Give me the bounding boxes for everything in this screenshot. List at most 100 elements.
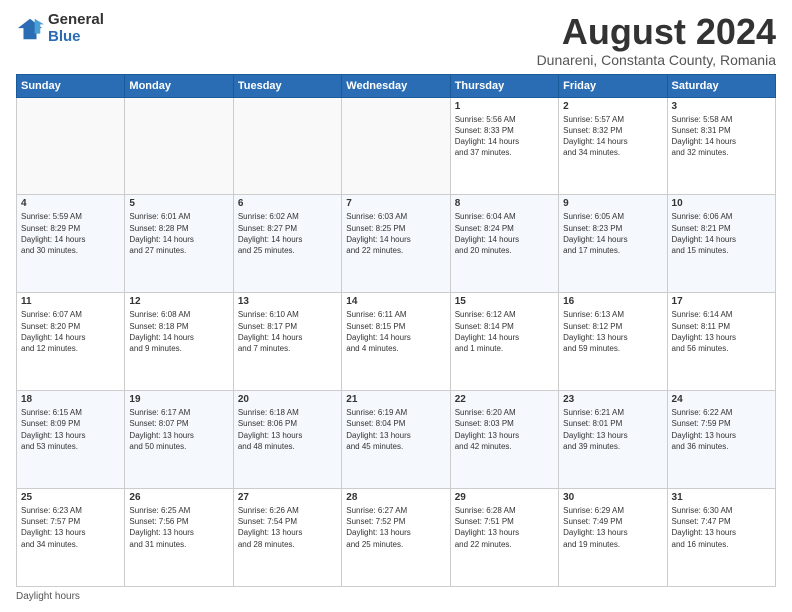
logo-text: General Blue (48, 12, 104, 45)
day-number: 9 (563, 198, 662, 209)
day-number: 28 (346, 492, 445, 503)
day-info: Sunrise: 6:27 AM Sunset: 7:52 PM Dayligh… (346, 505, 445, 550)
calendar-day-cell (233, 97, 341, 195)
day-info: Sunrise: 6:17 AM Sunset: 8:07 PM Dayligh… (129, 407, 228, 452)
calendar-day-cell: 28 Sunrise: 6:27 AM Sunset: 7:52 PM Dayli… (342, 489, 450, 587)
calendar-day-cell: 3Sunrise: 5:58 AM Sunset: 8:31 PM Daylig… (667, 97, 775, 195)
day-number: 8 (455, 198, 554, 209)
day-number: 6 (238, 198, 337, 209)
calendar-day-cell: 27Sunrise: 6:26 AM Sunset: 7:54 PM Dayli… (233, 489, 341, 587)
day-info: Sunrise: 6:28 AM Sunset: 7:51 PM Dayligh… (455, 505, 554, 550)
day-info: Sunrise: 5:59 AM Sunset: 8:29 PM Dayligh… (21, 211, 120, 256)
day-number: 13 (238, 296, 337, 307)
day-info: Sunrise: 6:18 AM Sunset: 8:06 PM Dayligh… (238, 407, 337, 452)
calendar-day-cell: 21Sunrise: 6:19 AM Sunset: 8:04 PM Dayli… (342, 391, 450, 489)
day-number: 16 (563, 296, 662, 307)
calendar-day-cell: 14Sunrise: 6:11 AM Sunset: 8:15 PM Dayli… (342, 293, 450, 391)
calendar-day-cell: 25 Sunrise: 6:23 AM Sunset: 7:57 PM Dayli… (17, 489, 125, 587)
day-number: 31 (672, 492, 771, 503)
day-number: 26 (129, 492, 228, 503)
calendar-day-cell: 17Sunrise: 6:14 AM Sunset: 8:11 PM Dayli… (667, 293, 775, 391)
day-number: 4 (21, 198, 120, 209)
day-number: 11 (21, 296, 120, 307)
calendar-day-cell: 11 Sunrise: 6:07 AM Sunset: 8:20 PM Dayli… (17, 293, 125, 391)
day-info: Sunrise: 6:06 AM Sunset: 8:21 PM Dayligh… (672, 211, 771, 256)
day-info: Sunrise: 6:05 AM Sunset: 8:23 PM Dayligh… (563, 211, 662, 256)
calendar-day-header: Friday (559, 74, 667, 97)
calendar-day-cell: 23 Sunrise: 6:21 AM Sunset: 8:01 PM Dayli… (559, 391, 667, 489)
calendar-day-cell (17, 97, 125, 195)
day-info: Sunrise: 6:01 AM Sunset: 8:28 PM Dayligh… (129, 211, 228, 256)
day-info: Sunrise: 6:20 AM Sunset: 8:03 PM Dayligh… (455, 407, 554, 452)
day-info: Sunrise: 6:04 AM Sunset: 8:24 PM Dayligh… (455, 211, 554, 256)
calendar-week-row: 1Sunrise: 5:56 AM Sunset: 8:33 PM Daylig… (17, 97, 776, 195)
day-number: 12 (129, 296, 228, 307)
calendar-day-cell: 6 Sunrise: 6:02 AM Sunset: 8:27 PM Daylig… (233, 195, 341, 293)
top-section: General Blue August 2024 Dunareni, Const… (16, 12, 776, 68)
calendar-day-cell: 4 Sunrise: 5:59 AM Sunset: 8:29 PM Daylig… (17, 195, 125, 293)
calendar-day-header: Sunday (17, 74, 125, 97)
calendar-week-row: 25 Sunrise: 6:23 AM Sunset: 7:57 PM Dayli… (17, 489, 776, 587)
calendar-week-row: 4 Sunrise: 5:59 AM Sunset: 8:29 PM Daylig… (17, 195, 776, 293)
day-number: 19 (129, 394, 228, 405)
logo-general-text: General (48, 12, 104, 29)
calendar-day-cell: 1Sunrise: 5:56 AM Sunset: 8:33 PM Daylig… (450, 97, 558, 195)
day-number: 30 (563, 492, 662, 503)
day-info: Sunrise: 6:13 AM Sunset: 8:12 PM Dayligh… (563, 309, 662, 354)
day-number: 10 (672, 198, 771, 209)
day-info: Sunrise: 6:07 AM Sunset: 8:20 PM Dayligh… (21, 309, 120, 354)
calendar-day-cell: 30 Sunrise: 6:29 AM Sunset: 7:49 PM Dayli… (559, 489, 667, 587)
calendar-day-header: Wednesday (342, 74, 450, 97)
calendar-day-cell: 13 Sunrise: 6:10 AM Sunset: 8:17 PM Dayli… (233, 293, 341, 391)
title-section: August 2024 Dunareni, Constanta County, … (537, 12, 776, 68)
calendar-day-cell: 24 Sunrise: 6:22 AM Sunset: 7:59 PM Dayli… (667, 391, 775, 489)
day-info: Sunrise: 5:57 AM Sunset: 8:32 PM Dayligh… (563, 114, 662, 159)
day-info: Sunrise: 6:14 AM Sunset: 8:11 PM Dayligh… (672, 309, 771, 354)
day-number: 23 (563, 394, 662, 405)
day-number: 20 (238, 394, 337, 405)
calendar-day-cell: 9 Sunrise: 6:05 AM Sunset: 8:23 PM Daylig… (559, 195, 667, 293)
calendar-day-header: Saturday (667, 74, 775, 97)
subtitle: Dunareni, Constanta County, Romania (537, 52, 776, 68)
logo-icon (16, 15, 44, 43)
calendar-day-cell: 22Sunrise: 6:20 AM Sunset: 8:03 PM Dayli… (450, 391, 558, 489)
day-number: 29 (455, 492, 554, 503)
calendar-day-cell: 20 Sunrise: 6:18 AM Sunset: 8:06 PM Dayli… (233, 391, 341, 489)
calendar-day-cell: 15Sunrise: 6:12 AM Sunset: 8:14 PM Dayli… (450, 293, 558, 391)
day-info: Sunrise: 6:10 AM Sunset: 8:17 PM Dayligh… (238, 309, 337, 354)
day-info: Sunrise: 6:29 AM Sunset: 7:49 PM Dayligh… (563, 505, 662, 550)
calendar-week-row: 11 Sunrise: 6:07 AM Sunset: 8:20 PM Dayli… (17, 293, 776, 391)
calendar: SundayMondayTuesdayWednesdayThursdayFrid… (16, 74, 776, 587)
day-info: Sunrise: 6:02 AM Sunset: 8:27 PM Dayligh… (238, 211, 337, 256)
calendar-day-cell: 18Sunrise: 6:15 AM Sunset: 8:09 PM Dayli… (17, 391, 125, 489)
main-title: August 2024 (537, 12, 776, 52)
calendar-day-cell: 2 Sunrise: 5:57 AM Sunset: 8:32 PM Daylig… (559, 97, 667, 195)
logo-blue-text: Blue (48, 29, 104, 46)
calendar-day-cell: 5Sunrise: 6:01 AM Sunset: 8:28 PM Daylig… (125, 195, 233, 293)
calendar-day-cell: 7 Sunrise: 6:03 AM Sunset: 8:25 PM Daylig… (342, 195, 450, 293)
footer-note: Daylight hours (16, 591, 776, 602)
day-info: Sunrise: 6:21 AM Sunset: 8:01 PM Dayligh… (563, 407, 662, 452)
day-number: 2 (563, 101, 662, 112)
calendar-day-cell (125, 97, 233, 195)
day-info: Sunrise: 6:22 AM Sunset: 7:59 PM Dayligh… (672, 407, 771, 452)
calendar-day-header: Monday (125, 74, 233, 97)
calendar-day-cell: 8 Sunrise: 6:04 AM Sunset: 8:24 PM Daylig… (450, 195, 558, 293)
day-info: Sunrise: 6:19 AM Sunset: 8:04 PM Dayligh… (346, 407, 445, 452)
day-number: 7 (346, 198, 445, 209)
calendar-header-row: SundayMondayTuesdayWednesdayThursdayFrid… (17, 74, 776, 97)
day-info: Sunrise: 6:08 AM Sunset: 8:18 PM Dayligh… (129, 309, 228, 354)
day-number: 25 (21, 492, 120, 503)
day-number: 1 (455, 101, 554, 112)
logo: General Blue (16, 12, 104, 45)
day-number: 3 (672, 101, 771, 112)
calendar-day-cell: 16 Sunrise: 6:13 AM Sunset: 8:12 PM Dayli… (559, 293, 667, 391)
day-info: Sunrise: 6:03 AM Sunset: 8:25 PM Dayligh… (346, 211, 445, 256)
day-number: 24 (672, 394, 771, 405)
day-info: Sunrise: 6:25 AM Sunset: 7:56 PM Dayligh… (129, 505, 228, 550)
day-info: Sunrise: 6:23 AM Sunset: 7:57 PM Dayligh… (21, 505, 120, 550)
calendar-day-cell (342, 97, 450, 195)
calendar-week-row: 18Sunrise: 6:15 AM Sunset: 8:09 PM Dayli… (17, 391, 776, 489)
calendar-day-cell: 10 Sunrise: 6:06 AM Sunset: 8:21 PM Dayli… (667, 195, 775, 293)
calendar-day-cell: 12 Sunrise: 6:08 AM Sunset: 8:18 PM Dayli… (125, 293, 233, 391)
